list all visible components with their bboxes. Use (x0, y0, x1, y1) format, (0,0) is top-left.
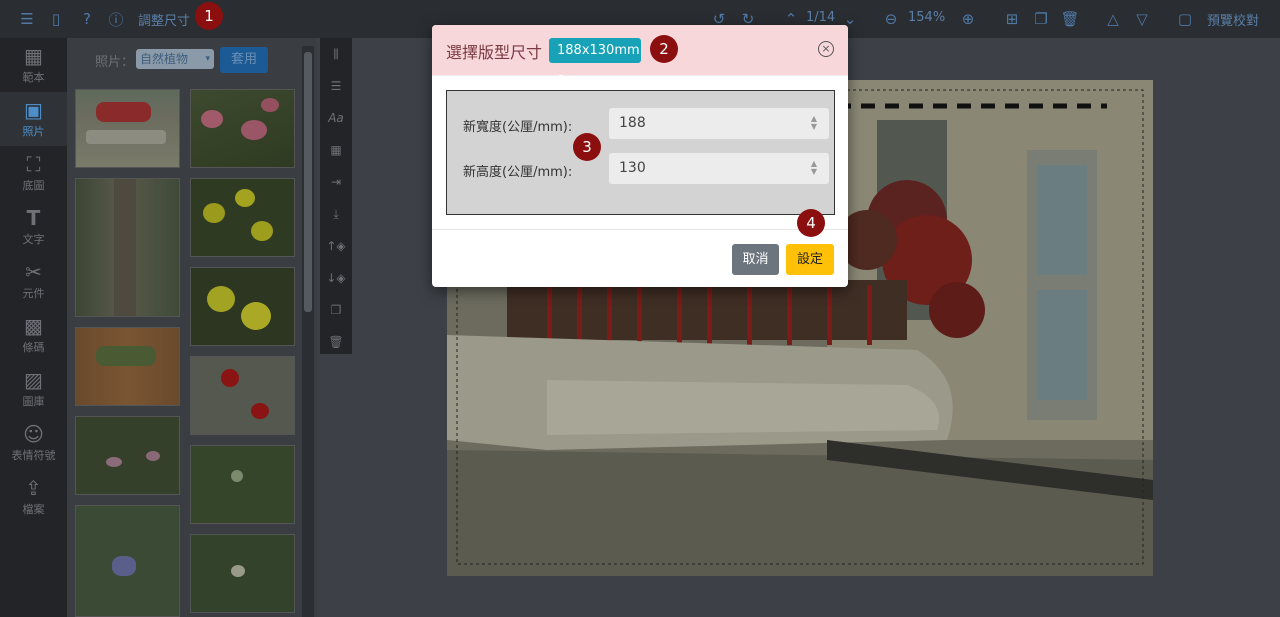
app-root: ☰ ▯ ? ⓘ 調整尺寸 ↺ ↻ ⌃ 1/14 ⌄ ⊖ 154% ⊕ ⊞ ❐ 🗑… (0, 0, 1280, 617)
sidebar-item-label: 底圖 (22, 179, 45, 192)
photo-thumbnail[interactable] (75, 505, 180, 617)
chevron-down-icon: ▾ (205, 54, 210, 64)
sidebar-item-template[interactable]: ▦ 範本 (0, 38, 67, 92)
preview-button[interactable]: 預覽校對 (1207, 10, 1259, 29)
modal-title: 選擇版型尺寸 (446, 43, 543, 62)
photo-category-select[interactable]: 自然植物 ▾ (136, 49, 214, 69)
spinner-icon[interactable]: ▲ ▼ (811, 160, 817, 176)
zoom-level[interactable]: 154% (908, 10, 945, 25)
modal-header: 選擇版型尺寸 188x130mm ▾ × (432, 25, 848, 81)
sidebar-item-label: 照片 (22, 125, 45, 138)
component-icon: ✂ (25, 260, 42, 284)
delete-icon[interactable]: 🗑 (320, 326, 352, 358)
sidebar-item-label: 條碼 (22, 341, 45, 354)
preview-icon[interactable]: ▢ (1175, 9, 1195, 29)
sidebar-item-label: 表情符號 (11, 449, 56, 462)
zoom-in-icon[interactable]: ⊕ (958, 9, 978, 29)
annotation-badge-4: 4 (797, 209, 825, 237)
photo-thumbnail[interactable] (190, 356, 295, 435)
close-icon[interactable]: × (818, 41, 834, 57)
emoji-icon: ☺ (23, 422, 44, 446)
align-center-horizontal-icon[interactable]: ☰ (320, 70, 352, 102)
duplicate-icon[interactable]: ❐ (320, 294, 352, 326)
photo-thumbnail[interactable] (190, 445, 295, 524)
height-label: 新高度(公厘/mm): (463, 165, 573, 180)
sidebar-item-label: 檔案 (22, 503, 45, 516)
resize-button[interactable]: 調整尺寸 (138, 10, 190, 29)
spinner-icon[interactable]: ▲ ▼ (811, 115, 817, 131)
sidebar-item-label: 元件 (22, 287, 45, 300)
add-page-icon[interactable]: ⊞ (1002, 9, 1022, 29)
copy-page-icon[interactable]: ❐ (1031, 9, 1051, 29)
left-sidebar: ▦ 範本 ▣ 照片 ⛶ 底圖 T 文字 ✂ 元件 ▩ 條碼 ▨ 圖庫 ☺ 表情符 (0, 38, 67, 617)
pages-icon[interactable]: ▯ (46, 9, 66, 29)
resize-modal: 選擇版型尺寸 188x130mm ▾ × 新寬度(公厘/mm): 188 ▲ ▼ … (432, 25, 848, 287)
photo-panel-scrollbar[interactable] (302, 46, 314, 617)
align-right-icon[interactable]: ⇥ (320, 166, 352, 198)
menu-icon[interactable]: ☰ (17, 9, 37, 29)
info-icon[interactable]: ⓘ (106, 9, 126, 29)
size-form: 新寬度(公厘/mm): 188 ▲ ▼ 新高度(公厘/mm): 130 ▲ ▼ (446, 90, 835, 215)
width-label: 新寬度(公厘/mm): (463, 120, 573, 135)
font-style-icon[interactable]: Aa (320, 102, 352, 134)
photo-thumbnail[interactable] (190, 267, 295, 346)
send-backward-icon[interactable]: ↓◈ (320, 262, 352, 294)
size-preset-value: 188x130mm (557, 43, 640, 58)
size-preset-dropdown[interactable]: 188x130mm ▾ (549, 38, 641, 81)
align-center-vertical-icon[interactable]: ⫼ (320, 38, 352, 70)
help-icon[interactable]: ? (77, 9, 97, 29)
height-value: 130 (619, 160, 646, 176)
set-button[interactable]: 設定 (786, 244, 834, 275)
sidebar-item-label: 文字 (22, 233, 45, 246)
move-down-icon[interactable]: ▽ (1132, 9, 1152, 29)
bring-forward-icon[interactable]: ↑◈ (320, 230, 352, 262)
height-input[interactable]: 130 ▲ ▼ (609, 153, 829, 184)
sidebar-item-photo[interactable]: ▣ 照片 (0, 92, 67, 146)
transparency-icon[interactable]: ▦ (320, 134, 352, 166)
sidebar-item-background[interactable]: ⛶ 底圖 (0, 146, 67, 200)
sidebar-item-label: 圖庫 (22, 395, 45, 408)
photo-thumbnail[interactable] (190, 534, 295, 613)
caret-down-icon: ▾ (559, 72, 564, 81)
photo-thumbnail[interactable] (75, 178, 180, 317)
move-up-icon[interactable]: △ (1103, 9, 1123, 29)
qrcode-icon: ▩ (24, 314, 43, 338)
object-tools: ⫼ ☰ Aa ▦ ⇥ ⤓ ↑◈ ↓◈ ❐ 🗑 (320, 38, 352, 354)
sidebar-item-file[interactable]: ⇪ 檔案 (0, 470, 67, 524)
annotation-badge-2: 2 (650, 35, 678, 63)
delete-page-icon[interactable]: 🗑 (1060, 9, 1080, 29)
sidebar-item-barcode[interactable]: ▩ 條碼 (0, 308, 67, 362)
sidebar-item-text[interactable]: T 文字 (0, 200, 67, 254)
zoom-out-icon[interactable]: ⊖ (881, 9, 901, 29)
sidebar-item-component[interactable]: ✂ 元件 (0, 254, 67, 308)
photo-thumbnail[interactable] (190, 178, 295, 257)
photo-thumbnail[interactable] (75, 416, 180, 495)
sidebar-item-gallery[interactable]: ▨ 圖庫 (0, 362, 67, 416)
sidebar-item-emoji[interactable]: ☺ 表情符號 (0, 416, 67, 470)
photo-icon: ▣ (24, 98, 43, 122)
annotation-badge-1: 1 (195, 2, 223, 30)
upload-icon: ⇪ (25, 476, 42, 500)
modal-footer: 取消 設定 (432, 229, 848, 287)
photo-thumbnail[interactable] (190, 89, 295, 168)
align-bottom-icon[interactable]: ⤓ (320, 198, 352, 230)
page-counter: 1/14 (806, 10, 836, 25)
width-input[interactable]: 188 ▲ ▼ (609, 108, 829, 139)
photo-panel: 照片： 自然植物 ▾ 套用 (67, 38, 317, 617)
gallery-icon: ▨ (24, 368, 43, 392)
text-icon: T (26, 206, 41, 230)
width-value: 188 (619, 115, 646, 131)
sidebar-item-label: 範本 (22, 71, 45, 84)
annotation-badge-3: 3 (573, 133, 601, 161)
photo-category-value: 自然植物 (140, 52, 189, 66)
background-icon: ⛶ (26, 152, 41, 176)
apply-button[interactable]: 套用 (220, 47, 268, 73)
cancel-button[interactable]: 取消 (732, 244, 779, 275)
photo-filter-label: 照片： (95, 55, 135, 70)
template-icon: ▦ (24, 44, 43, 68)
photo-thumbnail[interactable] (75, 327, 180, 406)
scrollbar-thumb[interactable] (304, 52, 312, 312)
photo-thumbnail[interactable] (75, 89, 180, 168)
